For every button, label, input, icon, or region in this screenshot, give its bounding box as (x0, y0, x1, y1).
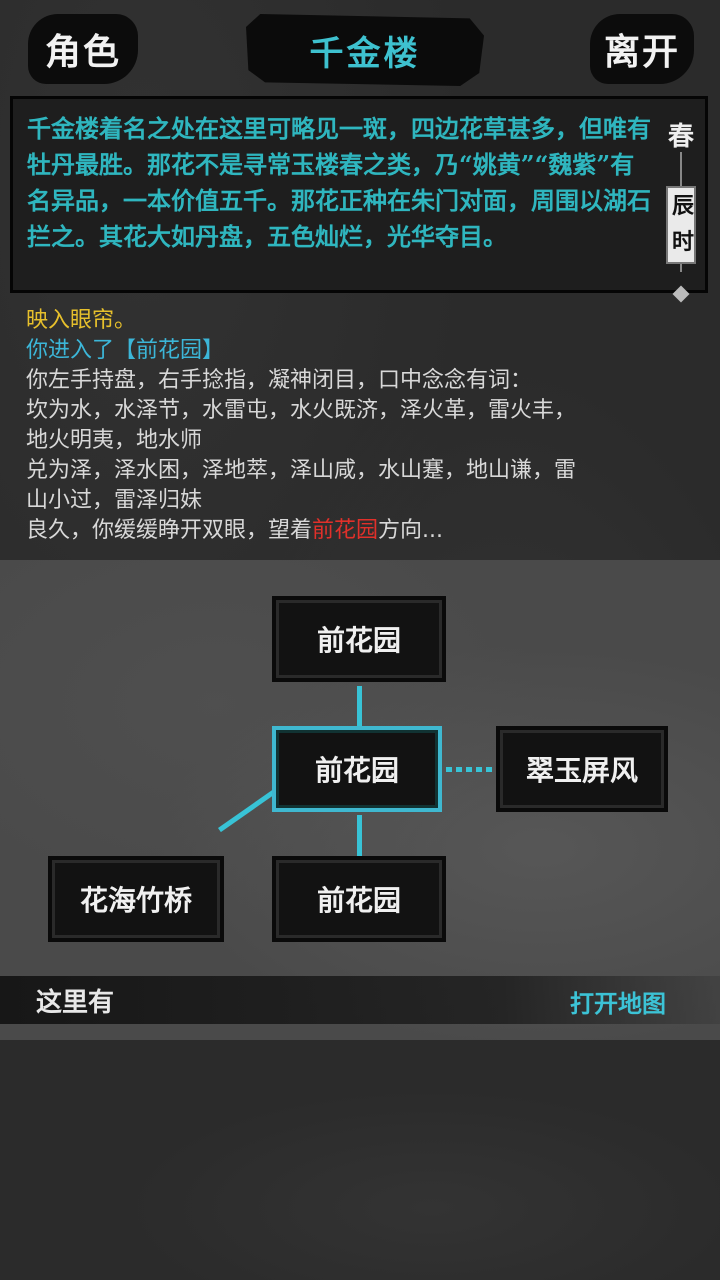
log-place: 前花园 (136, 338, 203, 363)
log-line: 坎为水，水泽节，水雷屯，水火既济，泽火革，雷火丰， (26, 398, 577, 423)
season-label: 春 (667, 122, 694, 152)
map-area: 前花园 前花园 翠玉屏风 花海竹桥 前花园 (0, 560, 720, 1040)
log-line: 山小过，雷泽归妹 (26, 488, 203, 513)
log-line: 地火明夷，地水师 (26, 428, 203, 453)
log-text: 】 (202, 338, 225, 363)
connector-south (357, 815, 362, 857)
connector-east (446, 767, 496, 772)
log-line: 良久，你缓缓睁开双眼，望着前花园方向... (26, 516, 696, 546)
leave-button[interactable]: 离开 (590, 14, 694, 84)
lower-panel (0, 1040, 720, 1280)
here-bar: 这里有 打开地图 (0, 976, 720, 1024)
here-label: 这里有 (36, 988, 115, 1018)
role-button[interactable]: 角色 (28, 14, 138, 84)
log-text: 方向... (378, 518, 444, 543)
log-line: 兑为泽，泽水困，泽地萃，泽山咸，水山蹇，地山谦，雷 (26, 458, 577, 483)
open-map-button[interactable]: 打开地图 (570, 984, 666, 1019)
log-place-highlight: 前花园 (312, 518, 379, 543)
hour-char-2: 时 (671, 229, 694, 255)
map-node-current[interactable]: 前花园 (272, 726, 442, 812)
title-banner: 千金楼 (246, 14, 484, 86)
time-tag: 辰 时 (666, 186, 696, 264)
message-log: 映入眼帘。 你进入了【前花园】 你左手持盘，右手捻指，凝神闭目，口中念念有词： … (26, 306, 696, 546)
location-description: 千金楼着名之处在这里可略见一斑，四边花草甚多，但唯有牡丹最胜。那花不是寻常玉楼春… (27, 114, 651, 251)
log-line: 映入眼帘。 (26, 308, 137, 333)
connector-north (357, 686, 362, 726)
log-text: 你进入了【 (26, 338, 137, 363)
log-text: 良久，你缓缓睁开双眼，望着 (26, 518, 313, 543)
map-node-north[interactable]: 前花园 (272, 596, 446, 682)
location-title: 千金楼 (309, 33, 421, 74)
log-line: 你左手持盘，右手捻指，凝神闭目，口中念念有词： (26, 368, 533, 393)
description-box: 千金楼着名之处在这里可略见一斑，四边花草甚多，但唯有牡丹最胜。那花不是寻常玉楼春… (10, 96, 708, 293)
header: 角色 千金楼 离开 (0, 0, 720, 95)
season-time-indicator: 春 辰 时 (662, 112, 700, 303)
map-node-east[interactable]: 翠玉屏风 (496, 726, 668, 812)
log-line: 你进入了【前花园】 (26, 336, 696, 366)
hour-char-1: 辰 (671, 193, 694, 219)
map-node-southwest[interactable]: 花海竹桥 (48, 856, 224, 942)
map-node-south[interactable]: 前花园 (272, 856, 446, 942)
